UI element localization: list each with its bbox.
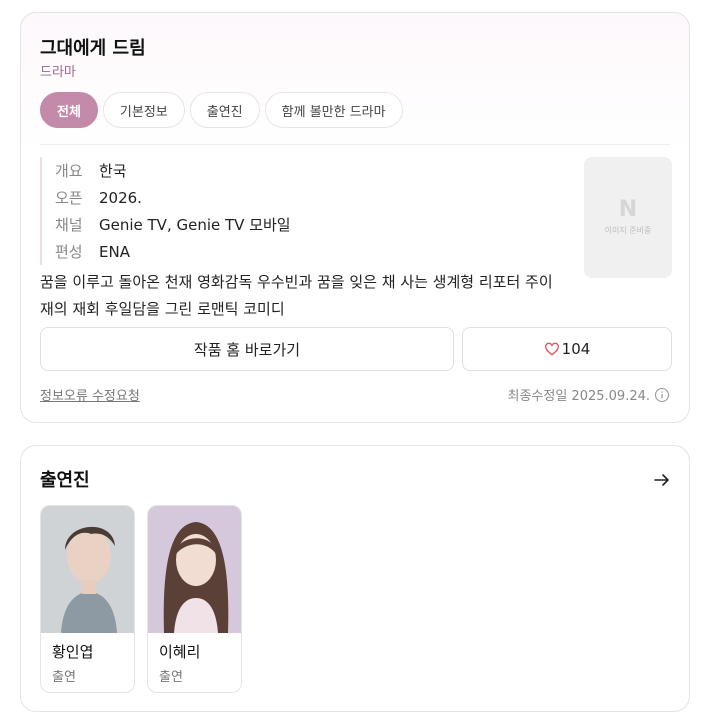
heart-icon [544,342,559,356]
cast-list: 황인엽 출연 이혜리 출연 [40,505,242,693]
poster-placeholder-text: 이미지 준비중 [604,226,652,235]
cast-name: 황인엽 [52,643,94,661]
meta-key: 편성 [55,243,83,261]
meta-row-open: 오픈 2026. [55,184,540,211]
cast-section-title: 출연진 [40,470,90,491]
meta-key: 채널 [55,216,83,234]
meta-value: Genie TV, Genie TV 모바일 [99,216,291,234]
meta-row-channel: 채널 Genie TV, Genie TV 모바일 [55,211,540,238]
cast-card: 출연진 황인엽 출연 이혜리 출연 [20,445,690,712]
meta-row-overview: 개요 한국 [55,157,540,184]
meta-value: 한국 [99,162,127,180]
meta-value: ENA [99,242,130,261]
meta-key: 개요 [55,162,83,180]
tab-basic-info[interactable]: 기본정보 [102,92,185,128]
poster-placeholder: N 이미지 준비중 [584,157,672,278]
meta-key: 오픈 [55,189,83,207]
cast-role: 출연 [159,670,183,685]
report-error-link[interactable]: 정보오류 수정요청 [40,385,140,404]
drama-info-card: 그대에게 드림 드라마 전체 기본정보 출연진 함께 볼만한 드라마 개요 한국… [20,12,690,423]
cast-name: 이혜리 [159,643,201,661]
meta-row-schedule: 편성 ENA [55,238,540,265]
meta-list: 개요 한국 오픈 2026. 채널 Genie TV, Genie TV 모바일… [40,157,540,265]
tab-similar-dramas[interactable]: 함께 볼만한 드라마 [264,92,403,128]
arrow-right-icon[interactable] [653,471,671,489]
tab-all[interactable]: 전체 [40,92,98,128]
like-count: 104 [561,340,591,358]
naver-logo: N [618,197,638,222]
drama-title: 그대에게 드림 [40,38,146,59]
last-updated: 최종수정일 2025.09.24. [508,385,671,404]
info-icon[interactable] [654,387,670,403]
tab-cast[interactable]: 출연진 [189,92,260,128]
drama-home-button-label: 작품 홈 바로가기 [193,340,301,359]
drama-genre: 드라마 [40,65,76,80]
cast-member[interactable]: 황인엽 출연 [40,505,135,693]
meta-value: 2026. [99,188,142,207]
drama-home-button[interactable]: 작품 홈 바로가기 [40,327,454,371]
divider [40,144,670,145]
tab-bar: 전체 기본정보 출연진 함께 볼만한 드라마 [40,92,403,128]
cast-role: 출연 [52,670,76,685]
cast-member[interactable]: 이혜리 출연 [147,505,242,693]
cast-photo [41,506,134,633]
like-button[interactable]: 104 [462,327,672,371]
last-updated-text: 최종수정일 2025.09.24. [507,389,651,404]
cast-photo [148,506,241,633]
synopsis: 꿈을 이루고 돌아온 천재 영화감독 우수빈과 꿈을 잊은 채 사는 생계형 리… [40,273,553,318]
